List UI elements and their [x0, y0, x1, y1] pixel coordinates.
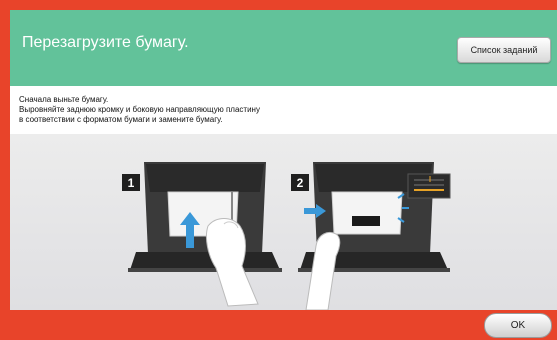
bottom-bar — [0, 310, 557, 340]
instruction-line-1: Сначала выньте бумагу. — [19, 95, 109, 104]
ok-button[interactable]: OK — [484, 313, 552, 338]
instruction-line-3: в соответствии с форматом бумаги и замен… — [19, 115, 223, 124]
instruction-line-2: Выровняйте заднюю кромку и боковую напра… — [19, 105, 260, 114]
message-panel: Перезагрузите бумагу. Список заданий Сна… — [10, 10, 557, 310]
page-title: Перезагрузите бумагу. — [22, 34, 189, 51]
step-2-illustration — [298, 162, 451, 310]
right-arrow-icon — [304, 204, 326, 218]
instructions: Сначала выньте бумагу. Выровняйте заднюю… — [10, 86, 557, 134]
job-list-button[interactable]: Список заданий — [457, 37, 551, 63]
header: Перезагрузите бумагу. Список заданий — [10, 10, 557, 86]
illustration-area: 1 2 — [10, 134, 557, 310]
